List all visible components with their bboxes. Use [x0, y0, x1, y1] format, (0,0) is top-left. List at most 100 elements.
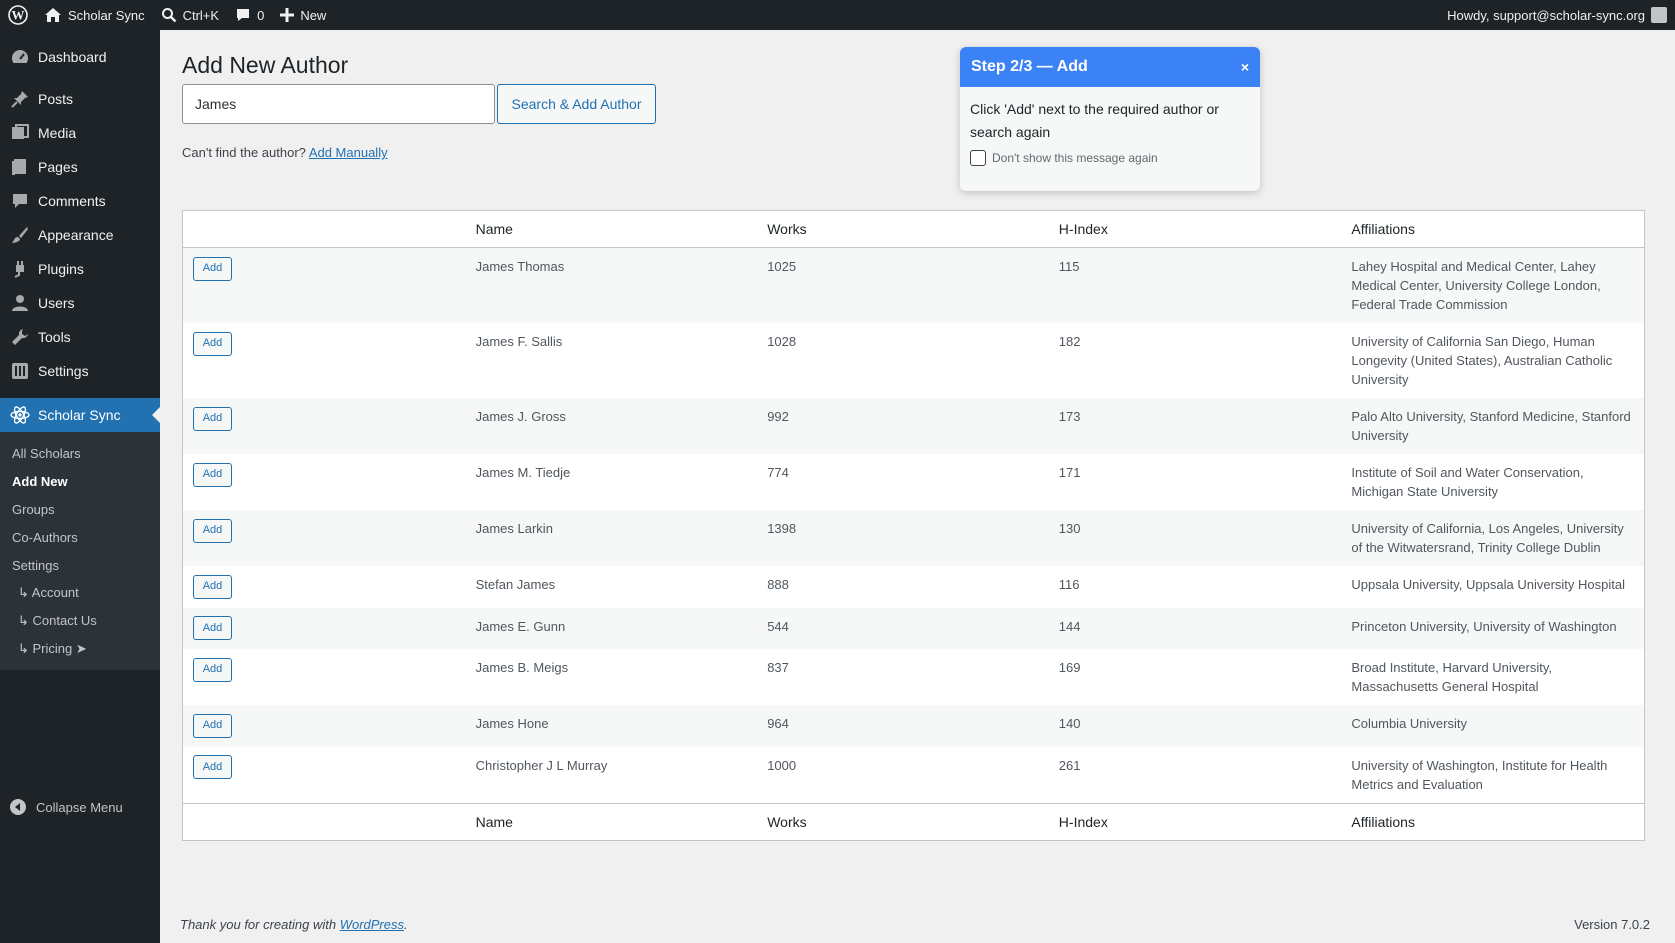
author-hindex: 116	[1058, 577, 1080, 592]
wordpress-link[interactable]: WordPress	[340, 917, 404, 932]
add-manually-link[interactable]: Add Manually	[309, 145, 388, 160]
author-works: 1000	[767, 757, 797, 773]
author-affiliations: University of California San Diego, Huma…	[1351, 334, 1613, 387]
sidebar-item-pages[interactable]: Pages	[0, 150, 160, 184]
sidebar-item-settings[interactable]: Settings	[0, 354, 160, 388]
column-footer-name[interactable]: Name	[476, 814, 768, 830]
dont-show-again-row[interactable]: Don't show this message again	[960, 144, 1260, 172]
search-shortcut: Ctrl+K	[182, 7, 220, 23]
add-author-button[interactable]: Add	[193, 574, 232, 599]
submenu-groups[interactable]: Groups	[0, 495, 160, 523]
user-icon	[10, 293, 30, 313]
author-name: James Thomas	[475, 259, 565, 274]
add-author-button[interactable]: Add	[193, 657, 232, 682]
add-author-button[interactable]: Add	[193, 616, 232, 640]
submenu-pricing[interactable]: ↳ Pricing ➤	[0, 635, 160, 663]
submenu-co-authors[interactable]: Co-Authors	[0, 523, 160, 551]
admin-sidebar: Dashboard Posts Media Pages Comments App…	[0, 30, 160, 943]
table-cell: Palo Alto University, Stanford Medicine,…	[1351, 398, 1644, 454]
column-header-name[interactable]: Name	[476, 221, 768, 237]
table-cell: James J. Gross	[476, 398, 768, 454]
wordpress-logo-icon[interactable]: W	[0, 0, 36, 30]
add-author-button[interactable]: Add	[193, 331, 232, 356]
table-cell: Add	[183, 566, 476, 608]
author-search-input[interactable]	[182, 84, 495, 124]
sidebar-item-dashboard[interactable]: Dashboard	[0, 40, 160, 74]
search-icon	[161, 7, 177, 23]
author-hindex: 182	[1058, 334, 1081, 349]
table-row: Add James E. Gunn 544 144 Princeton Universi…	[183, 607, 1644, 650]
author-name: James J. Gross	[475, 409, 566, 424]
dont-show-again-checkbox[interactable]	[970, 150, 986, 166]
sidebar-item-posts[interactable]: Posts	[0, 82, 160, 116]
submenu-settings[interactable]: Settings	[0, 551, 160, 579]
submenu-add-new[interactable]: Add New	[0, 467, 160, 495]
table-cell: James F. Sallis	[476, 323, 768, 398]
sidebar-item-scholar-sync[interactable]: Scholar Sync	[0, 398, 160, 432]
sidebar-item-tools[interactable]: Tools	[0, 320, 160, 354]
add-author-button[interactable]: Add	[193, 462, 232, 487]
submenu-account[interactable]: ↳ Account	[0, 579, 160, 607]
collapse-menu-button[interactable]: Collapse Menu	[0, 790, 123, 824]
table-cell: University of California San Diego, Huma…	[1351, 323, 1644, 398]
submenu-contact-us[interactable]: ↳ Contact Us	[0, 607, 160, 635]
table-cell: 837	[767, 649, 1059, 705]
account-menu[interactable]: Howdy, support@scholar-sync.org	[1439, 0, 1675, 30]
column-footer-works[interactable]: Works	[767, 814, 1059, 830]
table-cell: Christopher J L Murray	[476, 747, 768, 803]
table-cell: Add	[183, 510, 476, 566]
add-author-button[interactable]: Add	[193, 256, 232, 281]
sidebar-item-label: Scholar Sync	[38, 407, 121, 423]
table-cell: University of California, Los Angeles, U…	[1351, 510, 1644, 566]
author-works: 1025	[767, 259, 797, 274]
add-author-button[interactable]: Add	[193, 713, 232, 738]
cant-find-text: Can't find the author?	[182, 145, 306, 160]
footer-period: .	[404, 917, 408, 932]
sidebar-item-users[interactable]: Users	[0, 286, 160, 320]
table-header: Name Works H-Index Affiliations	[183, 211, 1644, 248]
table-cell: James B. Meigs	[476, 649, 768, 705]
column-header-hindex[interactable]: H-Index	[1059, 221, 1352, 237]
sidebar-item-label: Plugins	[38, 261, 84, 277]
author-name: Christopher J L Murray	[475, 757, 608, 773]
submenu-all-scholars[interactable]: All Scholars	[0, 439, 160, 467]
page-title: Add New Author	[182, 52, 349, 78]
table-cell: Add	[183, 747, 476, 803]
add-author-button[interactable]: Add	[193, 755, 232, 779]
table-cell: Broad Institute, Harvard University, Mas…	[1351, 649, 1644, 705]
sidebar-item-label: Pages	[38, 159, 78, 175]
search-add-author-button[interactable]: Search & Add Author	[497, 84, 656, 124]
table-body: Add James Thomas 1025 115 Lahey Hospital and…	[183, 248, 1644, 803]
comments-link[interactable]: 0	[227, 0, 272, 30]
table-cell: 1028	[767, 323, 1059, 398]
sidebar-item-appearance[interactable]: Appearance	[0, 218, 160, 252]
sidebar-item-label: Comments	[38, 193, 106, 209]
author-name: James F. Sallis	[475, 334, 563, 349]
table-row: Add James M. Tiedje 774 171 Institute of Soi…	[183, 454, 1644, 510]
author-hindex: 140	[1058, 716, 1081, 731]
sidebar-item-comments[interactable]: Comments	[0, 184, 160, 218]
author-hindex: 144	[1058, 618, 1081, 634]
dashboard-icon	[10, 47, 30, 67]
add-author-button[interactable]: Add	[193, 518, 232, 543]
main-content: Add New Author Search & Add Author Can't…	[160, 30, 1675, 943]
table-cell: James Hone	[476, 705, 768, 747]
table-row: Add Stefan James 888 116 Uppsala University,…	[183, 566, 1644, 608]
column-header-works[interactable]: Works	[767, 221, 1059, 237]
new-content-link[interactable]: New	[272, 0, 334, 30]
add-author-button[interactable]: Add	[193, 406, 232, 431]
author-affiliations: Uppsala University, Uppsala University H…	[1351, 577, 1625, 592]
comment-icon	[10, 191, 30, 211]
command-search-button[interactable]: Ctrl+K	[153, 0, 227, 30]
close-icon[interactable]: ×	[1241, 59, 1249, 75]
table-cell: 544	[767, 608, 1059, 650]
sidebar-item-plugins[interactable]: Plugins	[0, 252, 160, 286]
site-name-link[interactable]: Scholar Sync	[36, 0, 153, 30]
sidebar-item-media[interactable]: Media	[0, 116, 160, 150]
column-footer-hindex[interactable]: H-Index	[1059, 814, 1352, 830]
author-affiliations: University of Washington, Institute for …	[1351, 757, 1608, 792]
column-footer-affiliations[interactable]: Affiliations	[1351, 814, 1644, 830]
column-header-affiliations[interactable]: Affiliations	[1351, 221, 1644, 237]
onboarding-tooltip: Step 2/3 — Add × Click 'Add' next to the…	[960, 47, 1260, 191]
howdy-text: Howdy, support@scholar-sync.org	[1447, 7, 1645, 23]
